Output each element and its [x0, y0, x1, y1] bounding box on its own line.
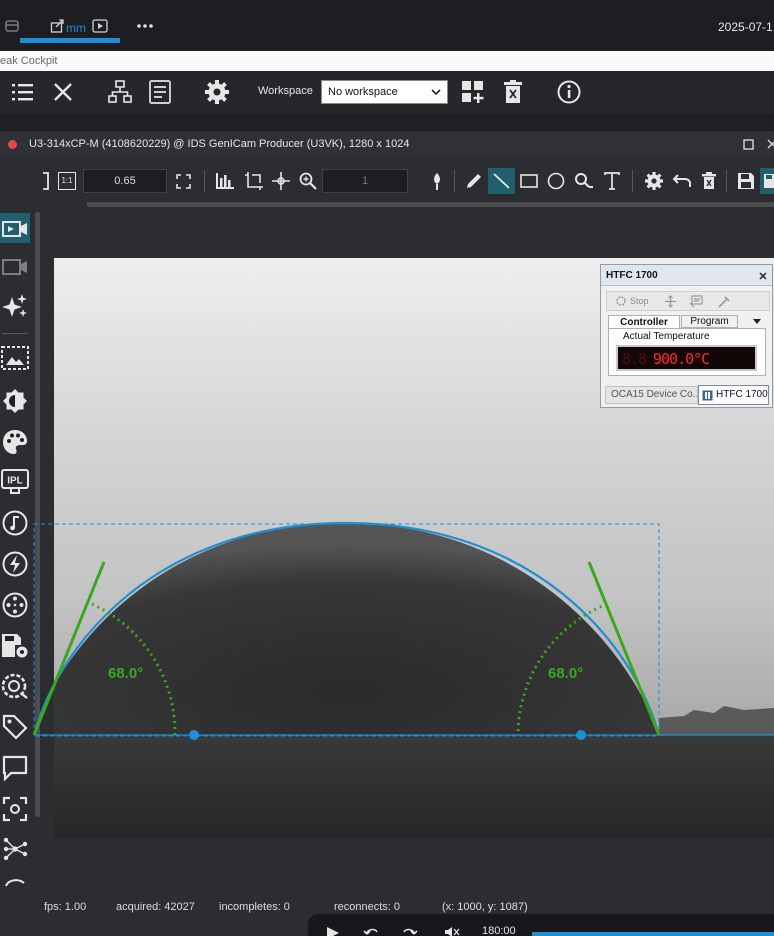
controller-pane: Actual Temperature 8.8 900.0°C: [608, 328, 766, 376]
temperature-value: 900.0°C: [653, 350, 710, 368]
htfc-toolbar: Stop: [606, 291, 770, 311]
incompletes-status: incompletes: 0: [219, 901, 290, 913]
program-icon[interactable]: [689, 295, 703, 308]
cursor-coords: (x: 1000, y: 1087): [442, 901, 528, 913]
htfc-title: HTFC 1700: [606, 270, 658, 281]
measurement-overlay: [32, 521, 774, 740]
display-ghost-digits: 8.8: [622, 350, 647, 368]
htfc-device-icon: [702, 390, 713, 401]
tab-controller[interactable]: Controller: [608, 315, 680, 329]
playback-bar: 180:00: [308, 914, 774, 936]
tab-dropdown-icon[interactable]: [752, 318, 762, 325]
tab-program[interactable]: Program: [681, 315, 738, 328]
mute-icon[interactable]: [444, 926, 460, 936]
play-icon[interactable]: [326, 926, 340, 936]
tab-htfc-1700[interactable]: HTFC 1700: [698, 385, 769, 405]
acquired-status: acquired: 42027: [116, 901, 195, 913]
tab-htfc-label: HTFC 1700: [716, 389, 768, 400]
stop-button[interactable]: Stop: [630, 296, 649, 306]
right-angle-label: 68.0°: [548, 665, 584, 682]
player-time: 180:00: [482, 925, 516, 936]
rewind-icon[interactable]: [363, 926, 379, 936]
fps-status: fps: 1.00: [44, 901, 87, 913]
htfc-close-icon[interactable]: [759, 272, 767, 280]
move-icon[interactable]: [664, 295, 677, 308]
left-angle-label: 68.0°: [108, 665, 144, 682]
right-tangent-line[interactable]: [587, 561, 661, 736]
tab-oca15-device[interactable]: OCA15 Device Co...: [605, 386, 698, 404]
reconnects-status: reconnects: 0: [334, 901, 401, 913]
htfc-panel: HTFC 1700 Stop Controller Program Actual…: [600, 264, 773, 408]
left-tangent-line[interactable]: [32, 561, 106, 736]
baseline-handle-right[interactable]: [576, 730, 586, 740]
baseline-handle-left[interactable]: [189, 730, 199, 740]
stop-gear-icon[interactable]: [615, 295, 627, 307]
actual-temperature-label: Actual Temperature: [623, 331, 710, 342]
tool-icon[interactable]: [717, 295, 731, 308]
progress-track[interactable]: [532, 932, 774, 936]
forward-icon[interactable]: [402, 926, 418, 936]
temperature-display: 8.8 900.0°C: [616, 345, 757, 371]
